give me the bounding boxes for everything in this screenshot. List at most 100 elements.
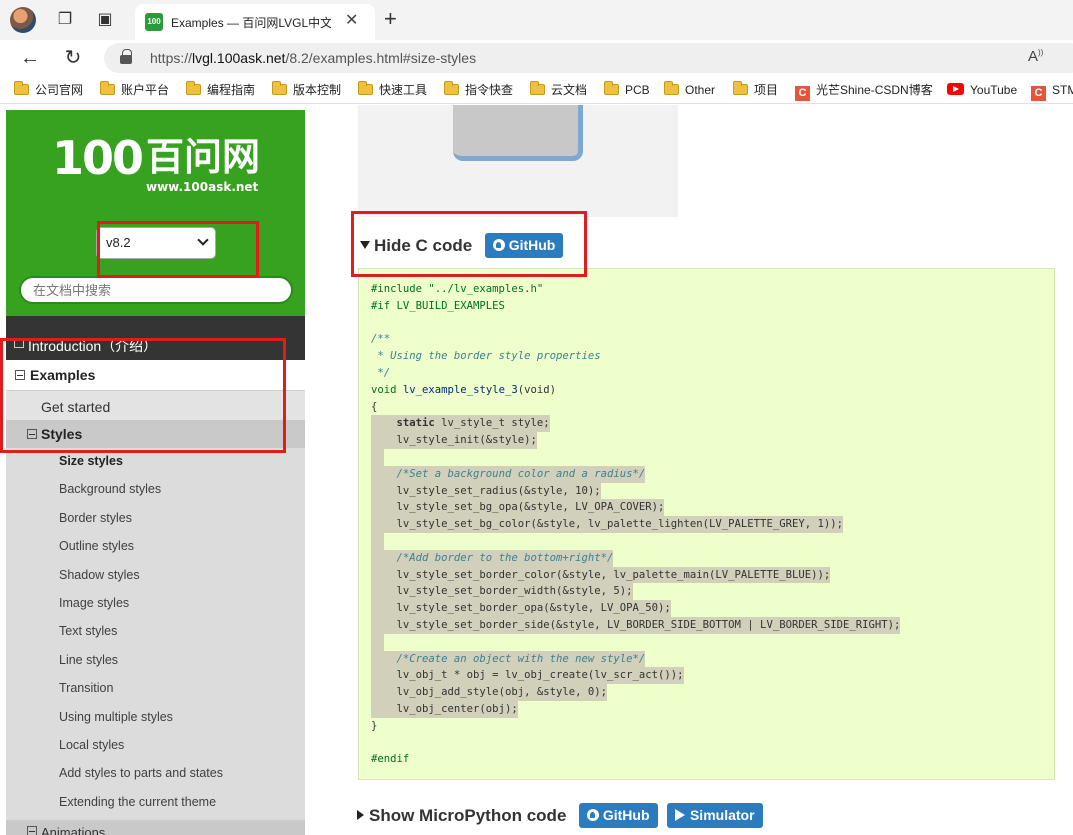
bookmark-label: 公司官网 [35, 83, 84, 97]
code-line-highlighted: /*Set a background color and a radius*/ [371, 465, 1042, 483]
code-line-highlighted: /*Create an object with the new style*/ [371, 650, 1042, 668]
browser-tab-bar: ❐ ▣ 100 Examples — 百问网LVGL中文教程 ✕ + [0, 0, 1073, 40]
bookmark-label: 指令快查 [465, 83, 514, 97]
github-icon [586, 809, 599, 821]
folder-icon [186, 81, 201, 95]
sidebar-subitem[interactable]: Line styles [59, 653, 118, 667]
bookmark-item[interactable]: PCB [604, 80, 650, 100]
sidebar-subitem[interactable]: Add styles to parts and states [59, 766, 223, 780]
bookmark-item[interactable]: 公司官网 [14, 80, 83, 100]
bookmark-item[interactable]: YouTube [947, 80, 1017, 100]
code-line-highlighted [371, 633, 1042, 651]
workspaces-icon[interactable]: ❐ [55, 10, 75, 30]
styled-object-preview [453, 105, 583, 161]
logo-mark[interactable]: 100 [52, 134, 144, 182]
bookmark-label: YouTube [970, 83, 1018, 97]
sidebar-subitem[interactable]: Extending the current theme [59, 795, 216, 809]
annotation-box-version [97, 221, 259, 278]
bookmark-item[interactable]: 项目 [733, 80, 778, 100]
csdn-icon: C [795, 86, 810, 101]
bookmark-item[interactable]: 快速工具 [358, 80, 427, 100]
lock-icon[interactable] [120, 49, 132, 64]
sidebar-header: 100 百问网 www.100ask.net v8.2 [6, 110, 305, 316]
bookmark-label: PCB [625, 83, 650, 97]
folder-icon [733, 81, 748, 95]
bookmark-item[interactable]: 账户平台 [100, 80, 169, 100]
bookmark-label: 编程指南 [207, 83, 256, 97]
show-micropython-toggle[interactable]: Show MicroPython code GitHub Simulator [357, 803, 763, 828]
url-input[interactable]: https://lvgl.100ask.net/8.2/examples.htm… [104, 43, 1073, 73]
tab-title: Examples — 百问网LVGL中文教程 [171, 16, 331, 30]
sidebar-subitem[interactable]: Shadow styles [59, 568, 140, 582]
read-aloud-icon[interactable]: A)) [1028, 48, 1043, 65]
sidebar-subitem[interactable]: Using multiple styles [59, 710, 173, 724]
youtube-icon [947, 83, 964, 95]
site-favicon-icon: 100 [145, 13, 163, 31]
refresh-icon[interactable]: ↻ [61, 46, 85, 70]
expand-toggle-icon[interactable] [27, 826, 37, 835]
sidebar-subitem[interactable]: Outline styles [59, 539, 134, 553]
sidebar-subitem[interactable]: Border styles [59, 511, 132, 525]
close-tab-icon[interactable]: ✕ [345, 12, 358, 30]
bookmark-label: Other [685, 83, 716, 97]
sidebar-subitem[interactable]: Transition [59, 681, 113, 695]
annotation-box-nav [0, 338, 286, 453]
code-line-highlighted: lv_style_set_bg_opa(&style, LV_OPA_COVER… [371, 499, 1042, 517]
code-line-highlighted: lv_style_init(&style); [371, 432, 1042, 449]
code-line: } [371, 719, 378, 732]
sidebar-subitem[interactable]: Image styles [59, 596, 129, 610]
bookmark-label: 光芒Shine-CSDN博客 [816, 83, 933, 97]
bookmark-item[interactable]: 指令快查 [444, 80, 513, 100]
docs-search-input[interactable] [19, 276, 293, 304]
folder-icon [444, 81, 459, 95]
bookmark-item[interactable]: 云文档 [530, 80, 587, 100]
code-line: #endif [371, 753, 410, 766]
logo-url: www.100ask.net [146, 180, 259, 194]
code-line-highlighted: lv_obj_t * obj = lv_obj_create(lv_scr_ac… [371, 667, 1042, 685]
github-button-micropython[interactable]: GitHub [578, 803, 658, 828]
address-bar-row: ← ↻ https://lvgl.100ask.net/8.2/examples… [0, 40, 1073, 76]
bookmark-label: STM [1052, 83, 1073, 97]
code-line: void lv_example_style_3(void) [371, 383, 556, 396]
code-line-highlighted: lv_obj_center(obj); [371, 700, 1042, 718]
code-line-highlighted: lv_style_set_border_opa(&style, LV_OPA_5… [371, 600, 1042, 617]
sidebar-subitem[interactable]: Text styles [59, 624, 117, 638]
bookmark-item[interactable]: 编程指南 [186, 80, 255, 100]
code-line-highlighted [371, 532, 1042, 550]
c-code-block: #include "../lv_examples.h" #if LV_BUILD… [358, 268, 1055, 780]
docs-sidebar: 100 百问网 www.100ask.net v8.2 Introduction… [6, 110, 305, 835]
sidebar-item-animations[interactable]: Animations [6, 820, 305, 835]
sidebar-subitem[interactable]: Size styles [59, 454, 123, 468]
bookmark-label: 版本控制 [293, 83, 342, 97]
new-tab-icon[interactable]: + [384, 8, 397, 30]
bookmark-item[interactable]: C STM [1031, 80, 1073, 101]
logo-text[interactable]: 百问网 [146, 136, 260, 180]
sidebar-subitem[interactable]: Local styles [59, 738, 124, 752]
show-micropython-label: Show MicroPython code [369, 806, 567, 825]
bookmark-item[interactable]: Other [664, 80, 715, 100]
sidebar-item-animations-label: Animations [41, 825, 106, 835]
bookmark-label: 账户平台 [121, 83, 170, 97]
code-line-highlighted: lv_obj_add_style(obj, &style, 0); [371, 684, 1042, 701]
code-line-highlighted: static lv_style_t style; [371, 415, 1042, 433]
profile-avatar[interactable] [10, 7, 36, 33]
play-icon [674, 809, 685, 821]
bookmark-label: 云文档 [551, 83, 588, 97]
code-line-highlighted: lv_style_set_border_side(&style, LV_BORD… [371, 616, 1042, 634]
sidebar-subitem[interactable]: Background styles [59, 482, 161, 496]
code-line: { [371, 400, 378, 413]
collapsed-triangle-icon [357, 810, 364, 820]
bookmark-item[interactable]: C 光芒Shine-CSDN博客 [795, 80, 933, 101]
code-line: /** [371, 333, 391, 346]
folder-icon [358, 81, 373, 95]
browser-tab-active[interactable]: 100 Examples — 百问网LVGL中文教程 ✕ [135, 4, 375, 40]
simulator-button[interactable]: Simulator [666, 803, 763, 828]
tab-actions-icon[interactable]: ▣ [95, 10, 115, 30]
bookmark-item[interactable]: 版本控制 [272, 80, 341, 100]
code-line-highlighted: lv_style_set_bg_color(&style, lv_palette… [371, 516, 1042, 533]
back-arrow-icon[interactable]: ← [18, 46, 42, 70]
code-line-highlighted: /*Add border to the bottom+right*/ [371, 549, 1042, 567]
code-line-highlighted: lv_style_set_border_width(&style, 5); [371, 583, 1042, 601]
